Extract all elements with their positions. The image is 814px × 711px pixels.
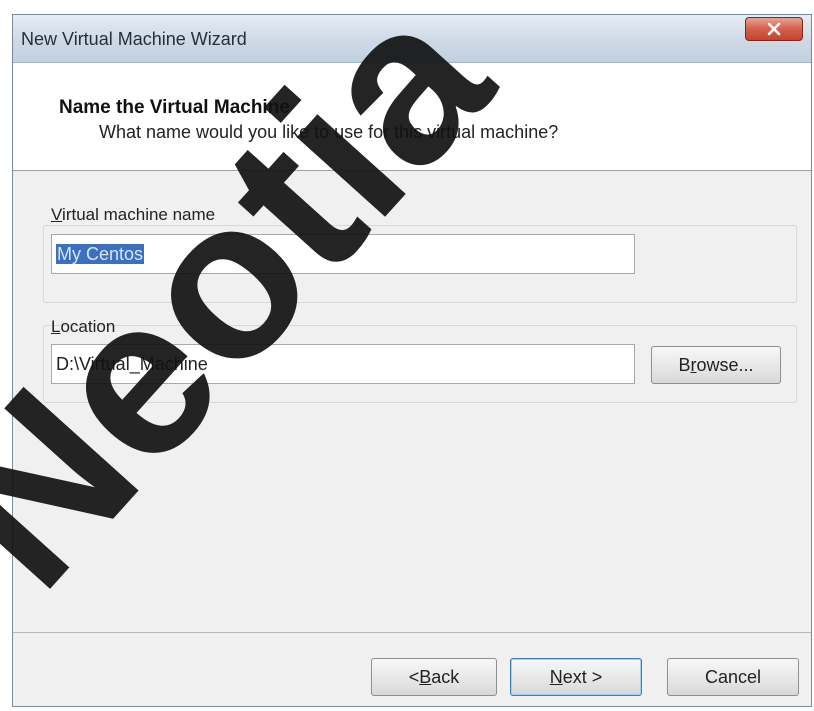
footer-separator bbox=[13, 632, 811, 633]
location-value: D:\Virtual_Machine bbox=[56, 354, 208, 374]
close-x-icon bbox=[767, 22, 781, 36]
back-button[interactable]: < Back bbox=[371, 658, 497, 696]
location-input[interactable]: D:\Virtual_Machine bbox=[51, 344, 635, 384]
vm-name-value: My Centos bbox=[56, 244, 145, 264]
cancel-button[interactable]: Cancel bbox=[667, 658, 799, 696]
window-title: New Virtual Machine Wizard bbox=[21, 29, 247, 49]
name-label: Virtual machine name bbox=[51, 205, 216, 224]
next-button[interactable]: Next > bbox=[510, 658, 642, 696]
location-label: Location bbox=[51, 317, 116, 336]
close-button[interactable] bbox=[745, 17, 803, 41]
page-subtitle: What name would you like to use for this… bbox=[99, 122, 559, 142]
header-panel: Name the Virtual Machine What name would… bbox=[13, 63, 811, 171]
wizard-window: New Virtual Machine Wizard Name the Virt… bbox=[12, 14, 812, 707]
page-title: Name the Virtual Machine bbox=[59, 97, 290, 118]
browse-button[interactable]: Br owse... bbox=[651, 346, 781, 384]
vm-name-input[interactable]: My Centos bbox=[51, 234, 635, 274]
title-bar: New Virtual Machine Wizard bbox=[13, 15, 811, 63]
